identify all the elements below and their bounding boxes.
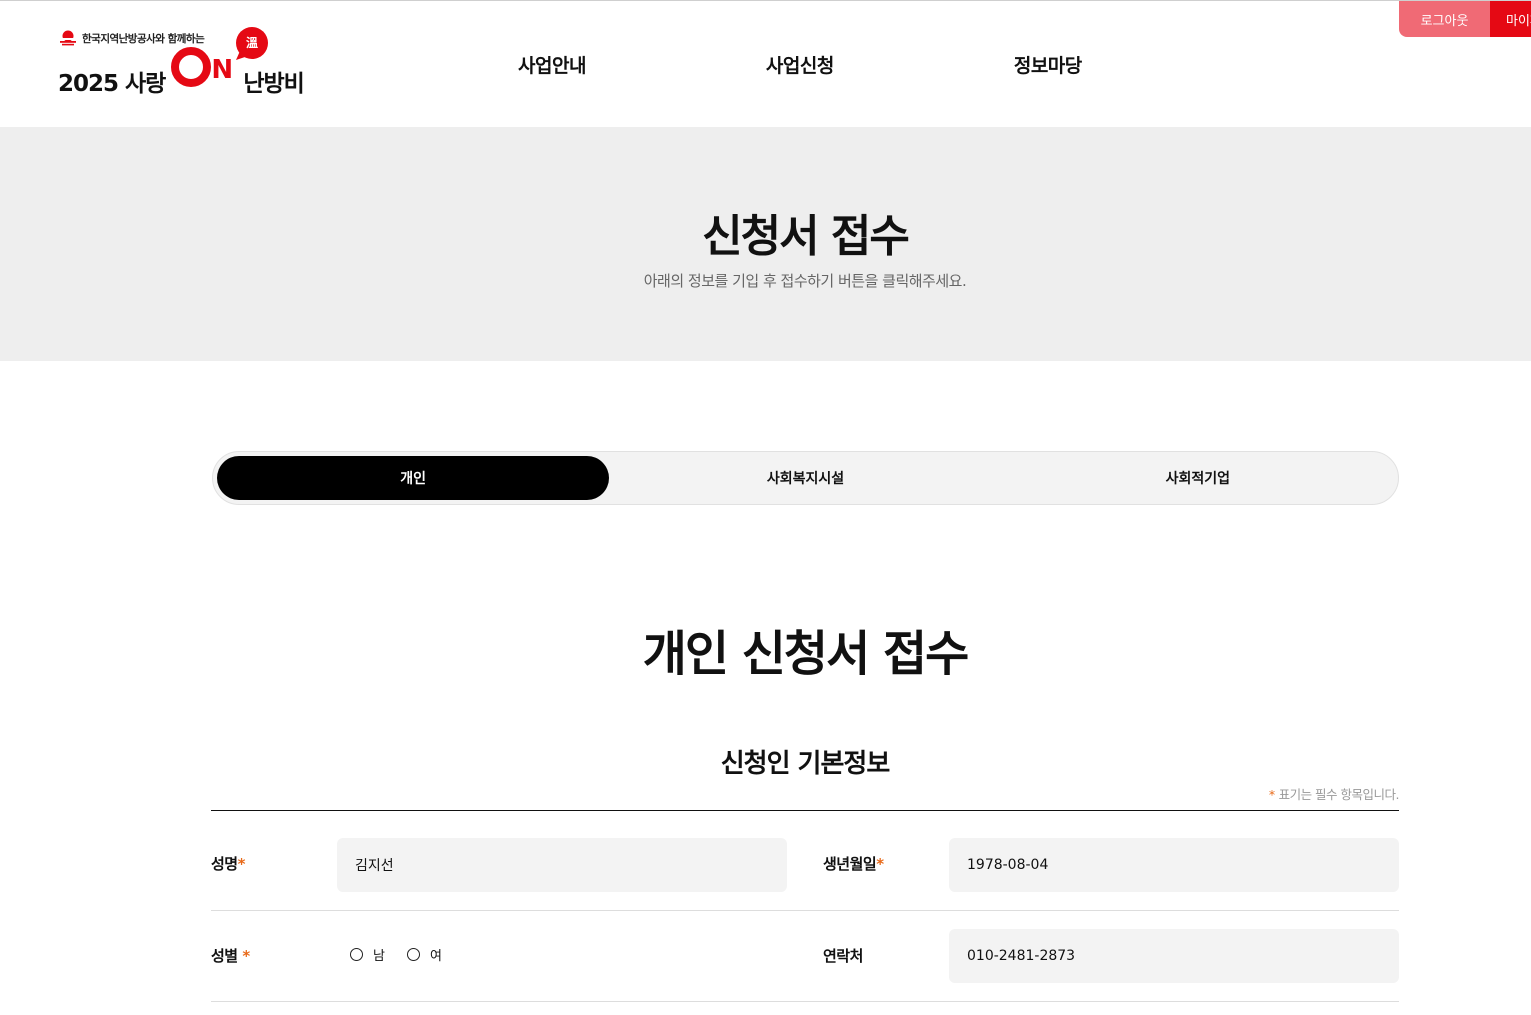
required-note: * 표기는 필수 항목입니다. <box>1180 784 1400 803</box>
birth-label: 생년월일* <box>823 853 884 874</box>
name-field[interactable] <box>337 838 787 892</box>
section-subtitle: 신청인 기본정보 <box>720 749 891 779</box>
logo-year: 2025 사랑 <box>58 71 166 97</box>
contact-field[interactable] <box>949 929 1399 983</box>
main-nav: 사업안내 사업신청 정보마당 <box>518 51 1082 78</box>
logo-tail: 난방비 <box>243 71 304 97</box>
gender-radio-male[interactable]: 남 <box>350 945 385 964</box>
tab-welfare-facility[interactable]: 사회복지시설 <box>609 456 1001 500</box>
applicant-type-tabs: 개인 사회복지시설 사회적기업 <box>212 451 1399 505</box>
tab-social-enterprise[interactable]: 사회적기업 <box>1002 456 1394 500</box>
row-divider <box>211 1001 1399 1002</box>
contact-label: 연락처 <box>823 947 863 965</box>
logo-main: 2025 사랑 N 난방비 <box>58 47 305 98</box>
page-description: 아래의 정보를 기입 후 접수하기 버튼을 클릭해주세요. <box>643 272 967 290</box>
gender-option-male: 남 <box>373 949 385 964</box>
page-title: 신청서 접수 <box>702 211 910 262</box>
required-star: * <box>876 855 884 873</box>
gender-label: 성별 * <box>211 945 250 966</box>
form-top-divider <box>211 810 1399 811</box>
nav-item-business-info[interactable]: 사업안내 <box>518 51 586 78</box>
page-hero: 신청서 접수 아래의 정보를 기입 후 접수하기 버튼을 클릭해주세요. <box>0 127 1531 361</box>
site-header: 한국지역난방공사와 함께하는 2025 사랑 N 난방비 溫 사업안내 사업신청… <box>0 1 1531 127</box>
required-star: * <box>237 855 246 873</box>
gender-option-female: 여 <box>429 949 442 964</box>
radio-circle-icon[interactable] <box>350 948 363 961</box>
gender-label-text: 성별 <box>211 947 238 965</box>
nav-item-info-board[interactable]: 정보마당 <box>1014 51 1082 78</box>
required-star: * <box>242 947 250 965</box>
name-label: 성명* <box>211 853 245 874</box>
logo-subtitle: 한국지역난방공사와 함께하는 <box>58 30 205 46</box>
birthdate-field[interactable] <box>949 838 1399 892</box>
radio-circle-icon[interactable] <box>406 948 420 961</box>
tab-individual[interactable]: 개인 <box>217 456 610 500</box>
gender-radio-group: 남 여 <box>350 945 464 964</box>
section-title: 개인 신청서 접수 <box>642 626 970 682</box>
nav-item-business-apply[interactable]: 사업신청 <box>766 51 834 78</box>
logout-button[interactable]: 로그아웃 <box>1399 1 1490 37</box>
mypage-button[interactable]: 마이페이지 <box>1490 1 1531 37</box>
logo-bubble-text: 溫 <box>245 36 258 50</box>
gender-radio-female[interactable]: 여 <box>406 945 442 964</box>
kdhc-logo-icon <box>59 30 77 46</box>
required-note-text: 표기는 필수 항목입니다. <box>1278 787 1400 802</box>
logo-sub-text: 한국지역난방공사와 함께하는 <box>82 32 205 45</box>
logo-n-letter: N <box>211 55 234 85</box>
utility-buttons: 로그아웃 마이페이지 <box>1399 1 1531 37</box>
site-logo[interactable]: 한국지역난방공사와 함께하는 2025 사랑 N 난방비 溫 <box>58 27 318 97</box>
required-star: * <box>1268 787 1275 802</box>
birth-label-text: 생년월일 <box>823 855 877 873</box>
row-divider <box>211 910 1399 911</box>
name-label-text: 성명 <box>211 855 238 873</box>
logo-o-ring <box>171 47 212 87</box>
logo-on-mark: N <box>171 47 237 91</box>
